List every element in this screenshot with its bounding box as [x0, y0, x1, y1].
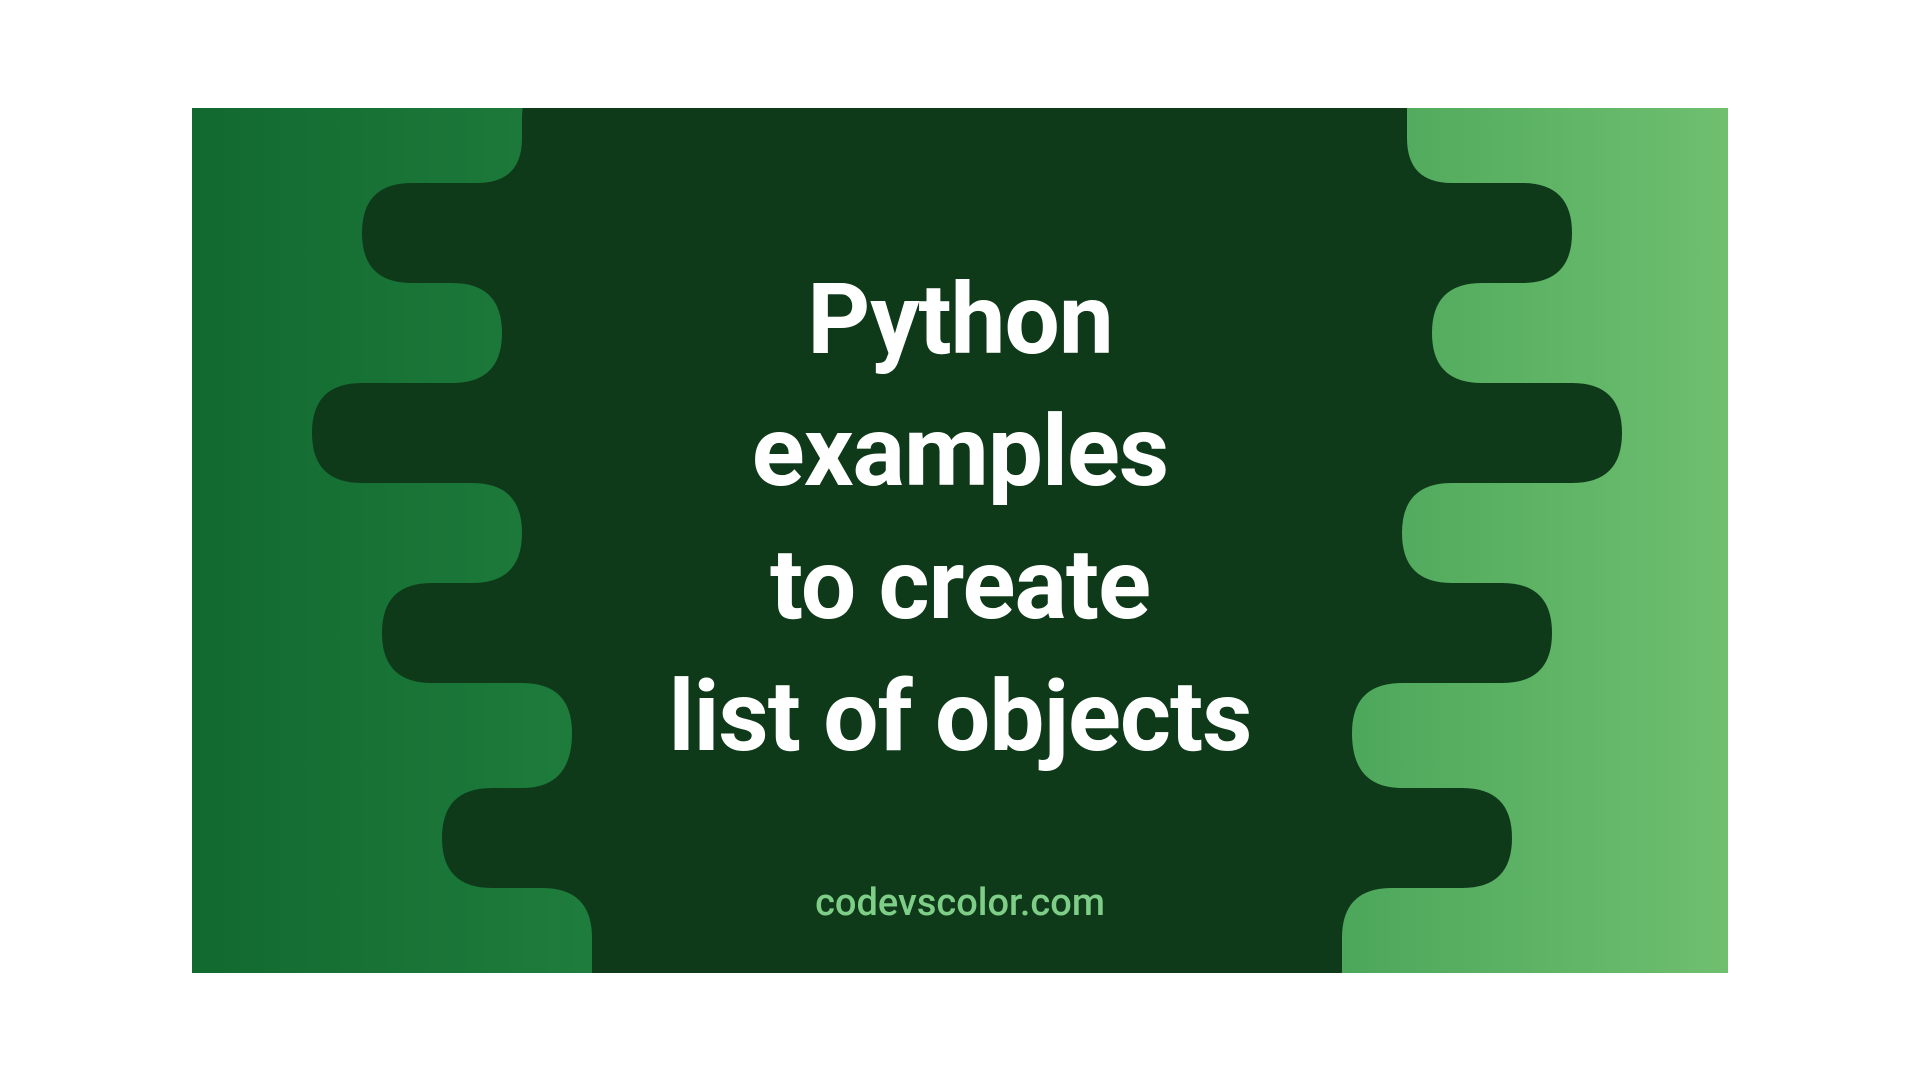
promo-banner: Python examples to create list of object…	[192, 108, 1728, 973]
banner-footer: codevscolor.com	[815, 881, 1105, 925]
banner-title: Python examples to create list of object…	[669, 254, 1252, 783]
